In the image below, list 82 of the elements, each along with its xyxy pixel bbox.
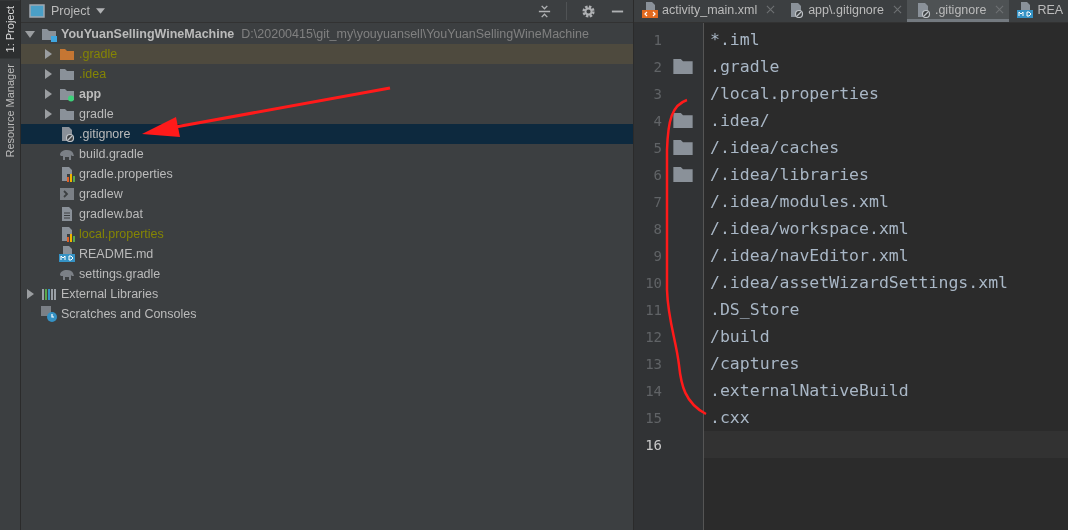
file-icon — [59, 126, 75, 142]
code-line: /.idea/navEditor.xml — [710, 246, 909, 265]
code-line: /.idea/caches — [710, 138, 840, 157]
tree-item[interactable]: build.gradle — [21, 144, 633, 164]
collapsed-arrow-icon[interactable] — [43, 69, 53, 79]
tree-item[interactable]: README.md — [21, 244, 633, 264]
code-line: /local.properties — [710, 84, 879, 103]
libraries-icon — [41, 286, 57, 302]
properties-file-icon — [59, 166, 75, 182]
tree-item[interactable]: gradlew.bat — [21, 204, 633, 224]
editor-tab[interactable]: app\.gitignore — [780, 0, 907, 22]
editor-tab[interactable]: activity_main.xml — [634, 0, 781, 22]
tree-item[interactable]: settings.gradle — [21, 264, 633, 284]
folder-icon — [672, 113, 693, 128]
code-line: .cxx — [710, 408, 750, 427]
folder-icon — [672, 59, 693, 74]
item-name: .gradle — [79, 47, 118, 61]
code-line: /.idea/libraries — [710, 165, 869, 184]
xml-file-icon — [642, 1, 658, 18]
tree-item[interactable]: External Libraries — [21, 284, 633, 304]
collapsed-arrow-icon[interactable] — [43, 89, 53, 99]
tree-item[interactable]: Scratches and Consoles — [21, 304, 633, 324]
window-icon — [29, 3, 45, 19]
scratches-icon — [41, 306, 57, 322]
item-name: gradlew — [79, 187, 123, 201]
tree-item[interactable]: app — [21, 84, 633, 104]
code-line: /.idea/workspace.xml — [710, 219, 909, 238]
collapsed-arrow-icon[interactable] — [43, 49, 53, 59]
item-name: app — [79, 87, 102, 101]
item-name: gradle.properties — [79, 167, 173, 181]
code-line: /captures — [710, 354, 800, 373]
expanded-arrow-icon[interactable] — [25, 29, 35, 39]
markdown-file-icon — [59, 246, 75, 262]
code-line: .externalNativeBuild — [710, 381, 909, 400]
item-name: .idea — [79, 67, 107, 81]
code-line: .DS_Store — [710, 300, 800, 319]
close-icon[interactable] — [766, 5, 776, 14]
item-name: build.gradle — [79, 147, 144, 161]
properties-file-icon — [59, 226, 75, 242]
tree-item[interactable]: gradlew — [21, 184, 633, 204]
collapsed-arrow-icon[interactable] — [25, 289, 35, 299]
item-name: README.md — [79, 247, 154, 261]
tree-item[interactable]: gradle — [21, 104, 633, 124]
terminal-icon — [59, 186, 75, 202]
tool-window-tab[interactable]: 1: Project — [0, 0, 20, 59]
code-line: /build — [710, 327, 770, 346]
code-line: /.idea/modules.xml — [710, 192, 889, 211]
folder-icon — [59, 86, 75, 102]
line-number: 16 — [644, 436, 662, 453]
editor-tab[interactable]: .gitignore — [906, 0, 1010, 22]
folder-icon — [59, 66, 75, 82]
collapsed-arrow-icon[interactable] — [43, 109, 53, 119]
editor-tab[interactable]: REA — [1009, 0, 1068, 22]
folder-icon — [59, 46, 75, 62]
collapse-all-icon[interactable] — [537, 3, 552, 19]
item-name: External Libraries — [61, 287, 159, 301]
item-name: local.properties — [79, 227, 164, 241]
code-line: /.idea/assetWizardSettings.xml — [710, 273, 1008, 292]
item-name: YouYuanSellingWineMachine — [61, 27, 235, 41]
folder-icon — [59, 106, 75, 122]
tree-item[interactable]: YouYuanSellingWineMachine D:\20200415\git_my\youyuansell\YouYuanSellingWineMachine — [21, 24, 633, 44]
folder-icon — [41, 26, 57, 42]
code-line: .gradle — [710, 57, 780, 76]
code-line: *.iml — [710, 30, 760, 49]
text-file-icon — [59, 206, 75, 222]
panel-title[interactable]: Project — [51, 4, 90, 18]
item-name: Scratches and Consoles — [61, 307, 197, 321]
close-icon[interactable] — [892, 5, 902, 14]
tree-item[interactable]: .gitignore — [21, 124, 633, 144]
folder-icon — [672, 140, 693, 155]
item-name: settings.gradle — [79, 267, 161, 281]
code-line: .idea/ — [710, 111, 770, 130]
tree-item[interactable]: gradle.properties — [21, 164, 633, 184]
folder-icon — [672, 167, 693, 182]
item-name: gradlew.bat — [79, 207, 143, 221]
item-name: gradle — [79, 107, 114, 121]
markdown-file-icon — [1017, 1, 1034, 18]
item-name: .gitignore — [79, 127, 131, 141]
tool-window-tab[interactable]: Resource Manager — [0, 58, 20, 165]
settings-icon[interactable] — [581, 3, 596, 19]
item-path: D:\20200415\git_my\youyuansell\YouYuanSellingWineMachine — [241, 27, 589, 41]
caret-icon[interactable] — [95, 8, 105, 14]
